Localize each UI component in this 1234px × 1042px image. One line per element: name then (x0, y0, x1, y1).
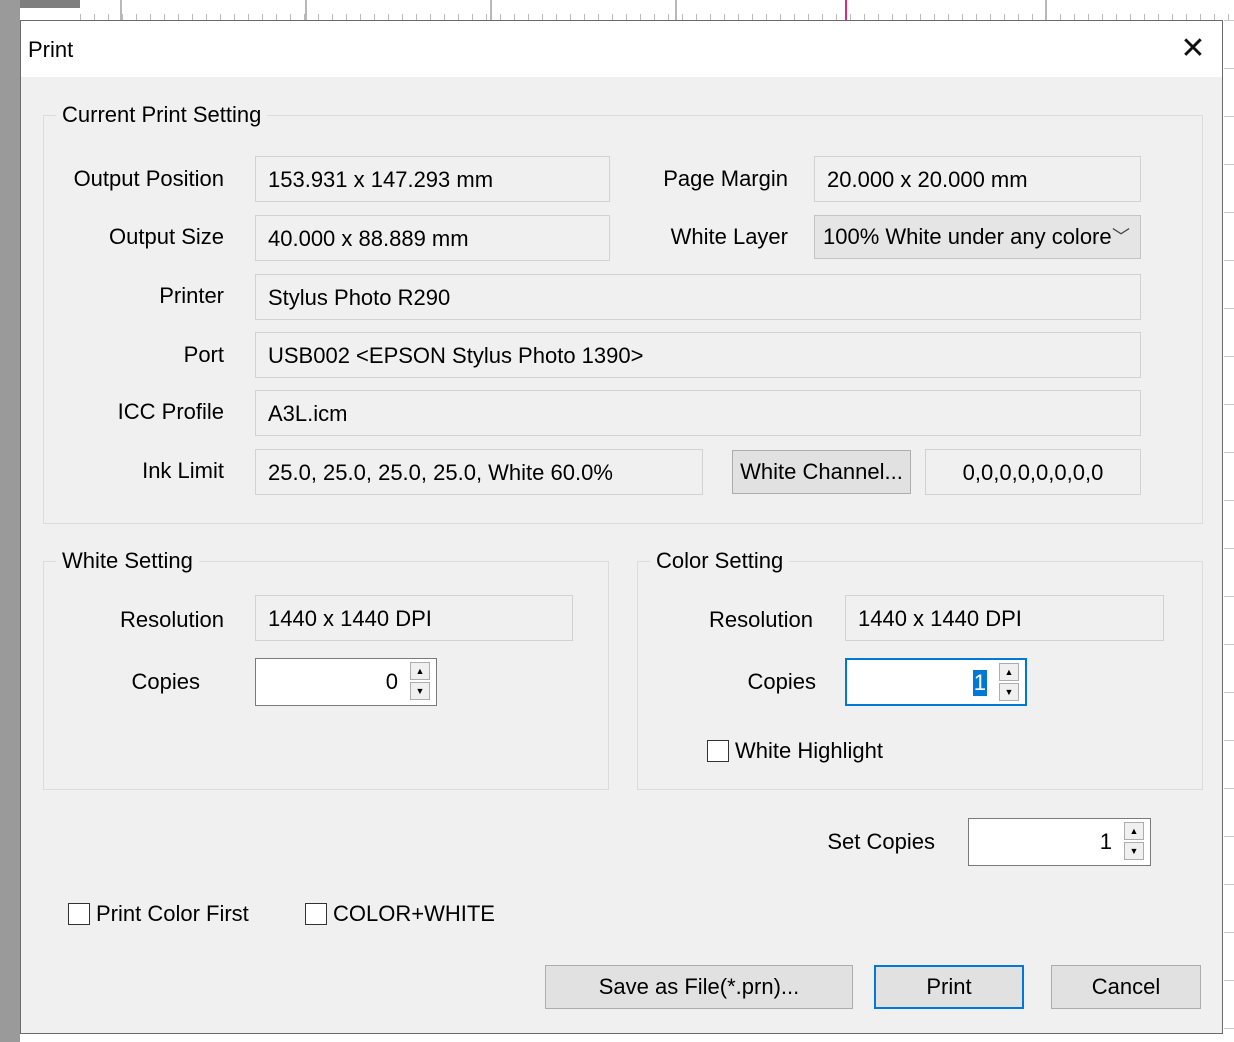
background-toolbar-strip (20, 0, 80, 8)
set-copies-stepper[interactable]: 1 ▲ ▼ (968, 818, 1151, 866)
color-copies-label: Copies (747, 669, 816, 694)
color-white-checkbox[interactable]: COLOR+WHITE (305, 899, 495, 929)
spin-up-icon[interactable]: ▲ (410, 662, 430, 680)
output-size-label: Output Size (109, 224, 224, 249)
port-label: Port (183, 342, 224, 367)
checkbox-box[interactable] (68, 903, 90, 925)
dialog-title: Print (28, 37, 74, 62)
spin-up-icon[interactable]: ▲ (999, 663, 1019, 681)
white-copies-spin-buttons[interactable]: ▲ ▼ (410, 662, 432, 702)
checkbox-box[interactable] (707, 740, 729, 762)
background-canvas-grid (1224, 20, 1234, 1042)
color-resolution-field: 1440 x 1440 DPI (845, 595, 1164, 641)
output-position-field: 153.931 x 147.293 mm (255, 156, 610, 202)
ruler-mark (1045, 0, 1047, 20)
set-copies-spin-buttons[interactable]: ▲ ▼ (1124, 822, 1146, 862)
white-copies-label: Copies (131, 669, 200, 694)
ruler-mark (120, 0, 122, 20)
background-bottom (20, 1034, 1234, 1042)
color-setting-legend: Color Setting (650, 548, 790, 574)
color-copies-spin-buttons[interactable]: ▲ ▼ (999, 663, 1021, 703)
checkbox-box[interactable] (305, 903, 327, 925)
white-copies-stepper[interactable]: 0 ▲ ▼ (255, 658, 437, 706)
output-size-field: 40.000 x 88.889 mm (255, 215, 610, 261)
ruler-mark (305, 0, 307, 20)
current-print-setting-legend: Current Print Setting (56, 102, 268, 128)
ruler-cursor-marker (845, 0, 847, 20)
white-layer-label: White Layer (670, 224, 788, 249)
color-copies-stepper[interactable]: 1 ▲ ▼ (845, 658, 1027, 706)
white-layer-dropdown[interactable]: 100% White under any colore ﹀ (814, 215, 1141, 259)
port-field: USB002 <EPSON Stylus Photo 1390> (255, 332, 1141, 378)
icc-profile-field: A3L.icm (255, 390, 1141, 436)
white-resolution-field: 1440 x 1440 DPI (255, 595, 573, 641)
white-channel-button[interactable]: White Channel... (732, 450, 911, 494)
white-channel-value-field: 0,0,0,0,0,0,0,0 (925, 449, 1141, 495)
spin-up-icon[interactable]: ▲ (1124, 822, 1144, 840)
ink-limit-field: 25.0, 25.0, 25.0, 25.0, White 60.0% (255, 449, 703, 495)
page-margin-label: Page Margin (663, 166, 788, 191)
white-layer-value: 100% White under any colore (823, 224, 1112, 249)
white-highlight-label: White Highlight (735, 738, 883, 763)
white-copies-value: 0 (385, 669, 398, 694)
printer-label: Printer (159, 283, 224, 308)
color-copies-value[interactable]: 1 (972, 670, 987, 696)
print-color-first-label: Print Color First (96, 901, 249, 926)
background-left-strip (0, 0, 20, 1042)
color-resolution-label: Resolution (709, 607, 813, 632)
spin-down-icon[interactable]: ▼ (999, 683, 1019, 701)
print-dialog: Print ✕ Current Print Setting Output Pos… (20, 20, 1223, 1034)
background-ruler (80, 0, 1234, 20)
white-highlight-checkbox[interactable]: White Highlight (707, 736, 883, 766)
close-icon[interactable]: ✕ (1164, 21, 1222, 77)
white-setting-legend: White Setting (56, 548, 199, 574)
output-position-label: Output Position (73, 166, 224, 191)
print-button[interactable]: Print (874, 965, 1024, 1009)
set-copies-label: Set Copies (827, 829, 935, 854)
ruler-mark (675, 0, 677, 20)
spin-down-icon[interactable]: ▼ (1124, 842, 1144, 860)
ink-limit-label: Ink Limit (142, 458, 224, 483)
set-copies-value: 1 (1099, 829, 1112, 854)
page-margin-field: 20.000 x 20.000 mm (814, 156, 1141, 202)
chevron-down-icon: ﹀ (1112, 227, 1130, 247)
print-color-first-checkbox[interactable]: Print Color First (68, 899, 249, 929)
title-bar[interactable]: Print ✕ (21, 21, 1222, 77)
cancel-button[interactable]: Cancel (1051, 965, 1201, 1009)
spin-down-icon[interactable]: ▼ (410, 682, 430, 700)
white-resolution-label: Resolution (120, 607, 224, 632)
icc-profile-label: ICC Profile (117, 399, 224, 424)
ruler-mark (490, 0, 492, 20)
printer-field: Stylus Photo R290 (255, 274, 1141, 320)
save-as-file-button[interactable]: Save as File(*.prn)... (545, 965, 853, 1009)
color-white-label: COLOR+WHITE (333, 901, 495, 926)
